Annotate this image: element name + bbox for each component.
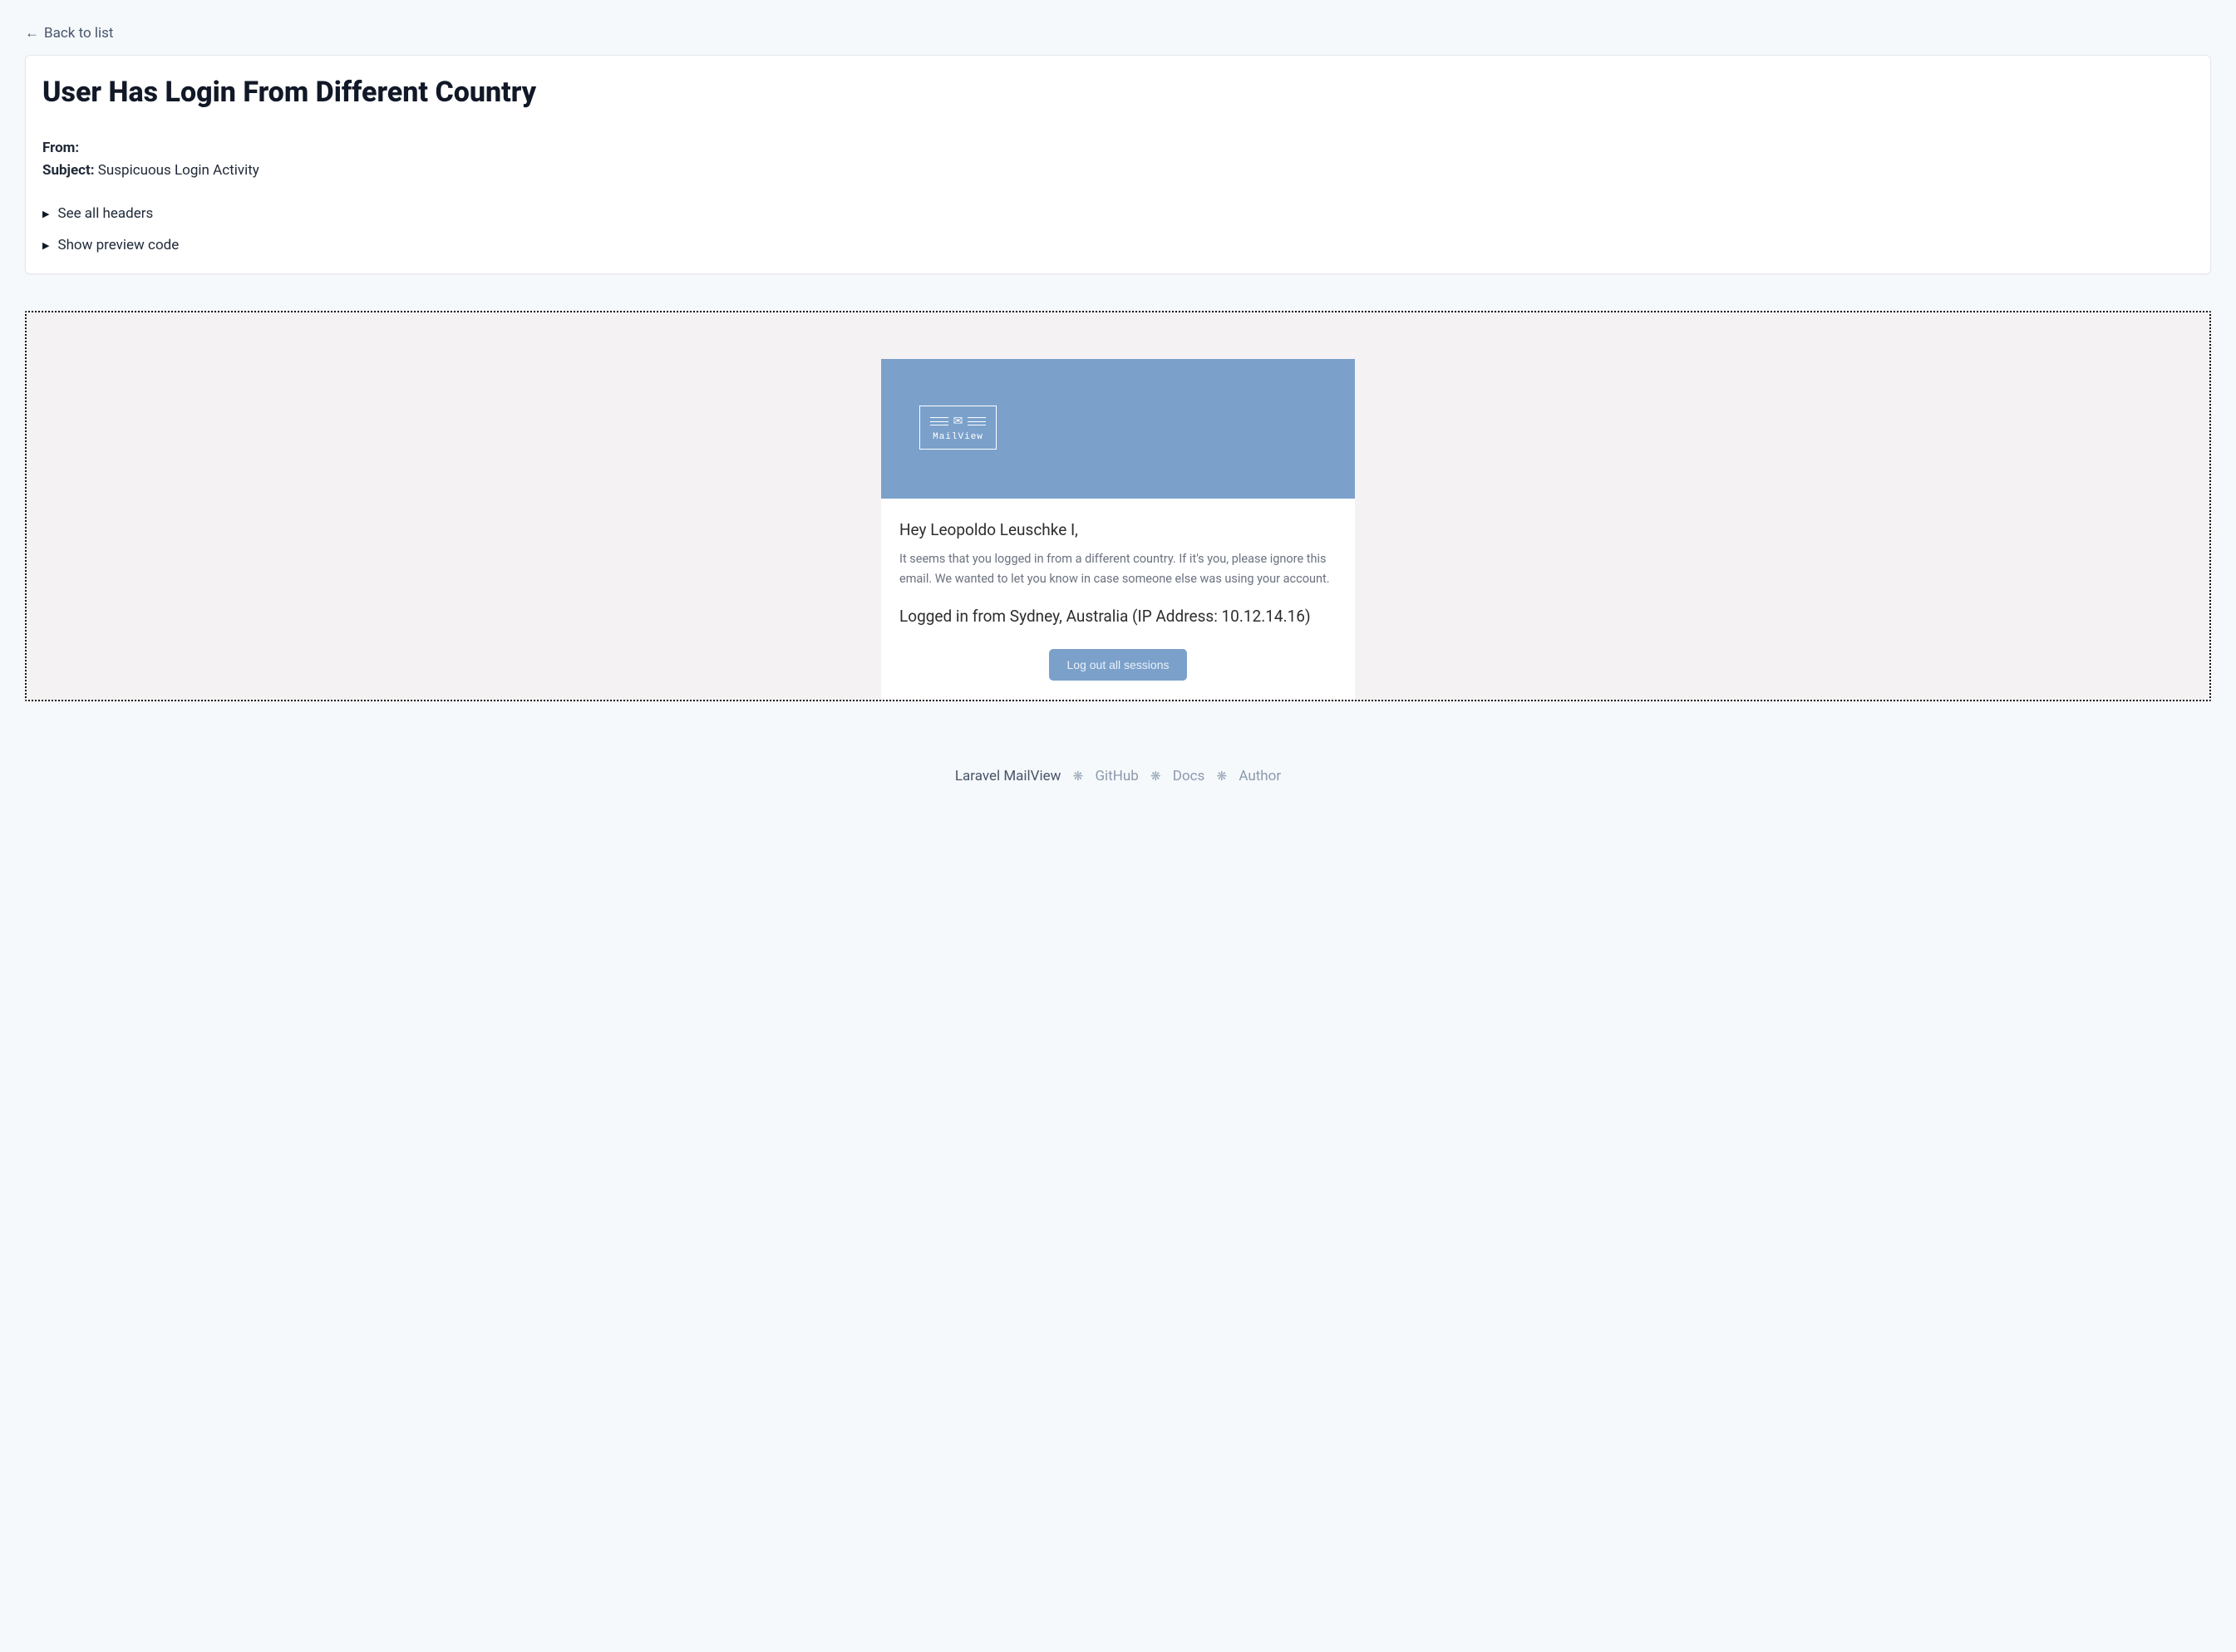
- meta-subject-row: Subject: Suspicuous Login Activity: [42, 160, 2194, 182]
- logo-lines-right-icon: [968, 417, 986, 425]
- from-label: From:: [42, 140, 79, 156]
- separator-icon: ❋: [1073, 769, 1084, 784]
- see-headers-label: See all headers: [57, 205, 153, 222]
- footer-link-github[interactable]: GitHub: [1095, 768, 1138, 784]
- show-code-label: Show preview code: [57, 237, 179, 253]
- footer-link-author[interactable]: Author: [1239, 768, 1281, 784]
- back-label: Back to list: [44, 25, 113, 42]
- page-footer: Laravel MailView ❋ GitHub ❋ Docs ❋ Autho…: [25, 768, 2211, 784]
- subject-label: Subject:: [42, 162, 95, 179]
- email-header: ✉ MailView: [881, 359, 1355, 499]
- logo-text: MailView: [933, 432, 983, 442]
- meta-from-row: From:: [42, 137, 2194, 160]
- back-to-list-link[interactable]: ← Back to list: [25, 25, 113, 42]
- email-preview-frame: ✉ MailView Hey Leopoldo Leuschke I, It s…: [25, 311, 2211, 701]
- subject-value: Suspicuous Login Activity: [98, 162, 259, 179]
- email-body-text: It seems that you logged in from a diffe…: [899, 549, 1337, 588]
- mail-meta: From: Subject: Suspicuous Login Activity: [42, 137, 2194, 182]
- separator-icon: ❋: [1217, 769, 1228, 784]
- separator-icon: ❋: [1150, 769, 1161, 784]
- footer-brand: Laravel MailView: [955, 768, 1061, 784]
- mailview-logo: ✉ MailView: [919, 406, 997, 450]
- email-body: Hey Leopoldo Leuschke I, It seems that y…: [881, 499, 1355, 701]
- email-greeting: Hey Leopoldo Leuschke I,: [899, 520, 1337, 539]
- footer-link-docs[interactable]: Docs: [1173, 768, 1205, 784]
- email-container: ✉ MailView Hey Leopoldo Leuschke I, It s…: [881, 359, 1355, 701]
- logout-all-sessions-button[interactable]: Log out all sessions: [1049, 649, 1188, 681]
- mail-detail-card: User Has Login From Different Country Fr…: [25, 55, 2211, 274]
- see-all-headers-toggle[interactable]: See all headers: [42, 205, 2194, 222]
- logo-glyph-icon: ✉: [953, 415, 963, 427]
- show-preview-code-toggle[interactable]: Show preview code: [42, 237, 2194, 253]
- page-title: User Has Login From Different Country: [42, 76, 2194, 109]
- arrow-left-icon: ←: [25, 25, 39, 42]
- email-login-info: Logged in from Sydney, Australia (IP Add…: [899, 607, 1337, 626]
- logo-lines-left-icon: [930, 417, 948, 425]
